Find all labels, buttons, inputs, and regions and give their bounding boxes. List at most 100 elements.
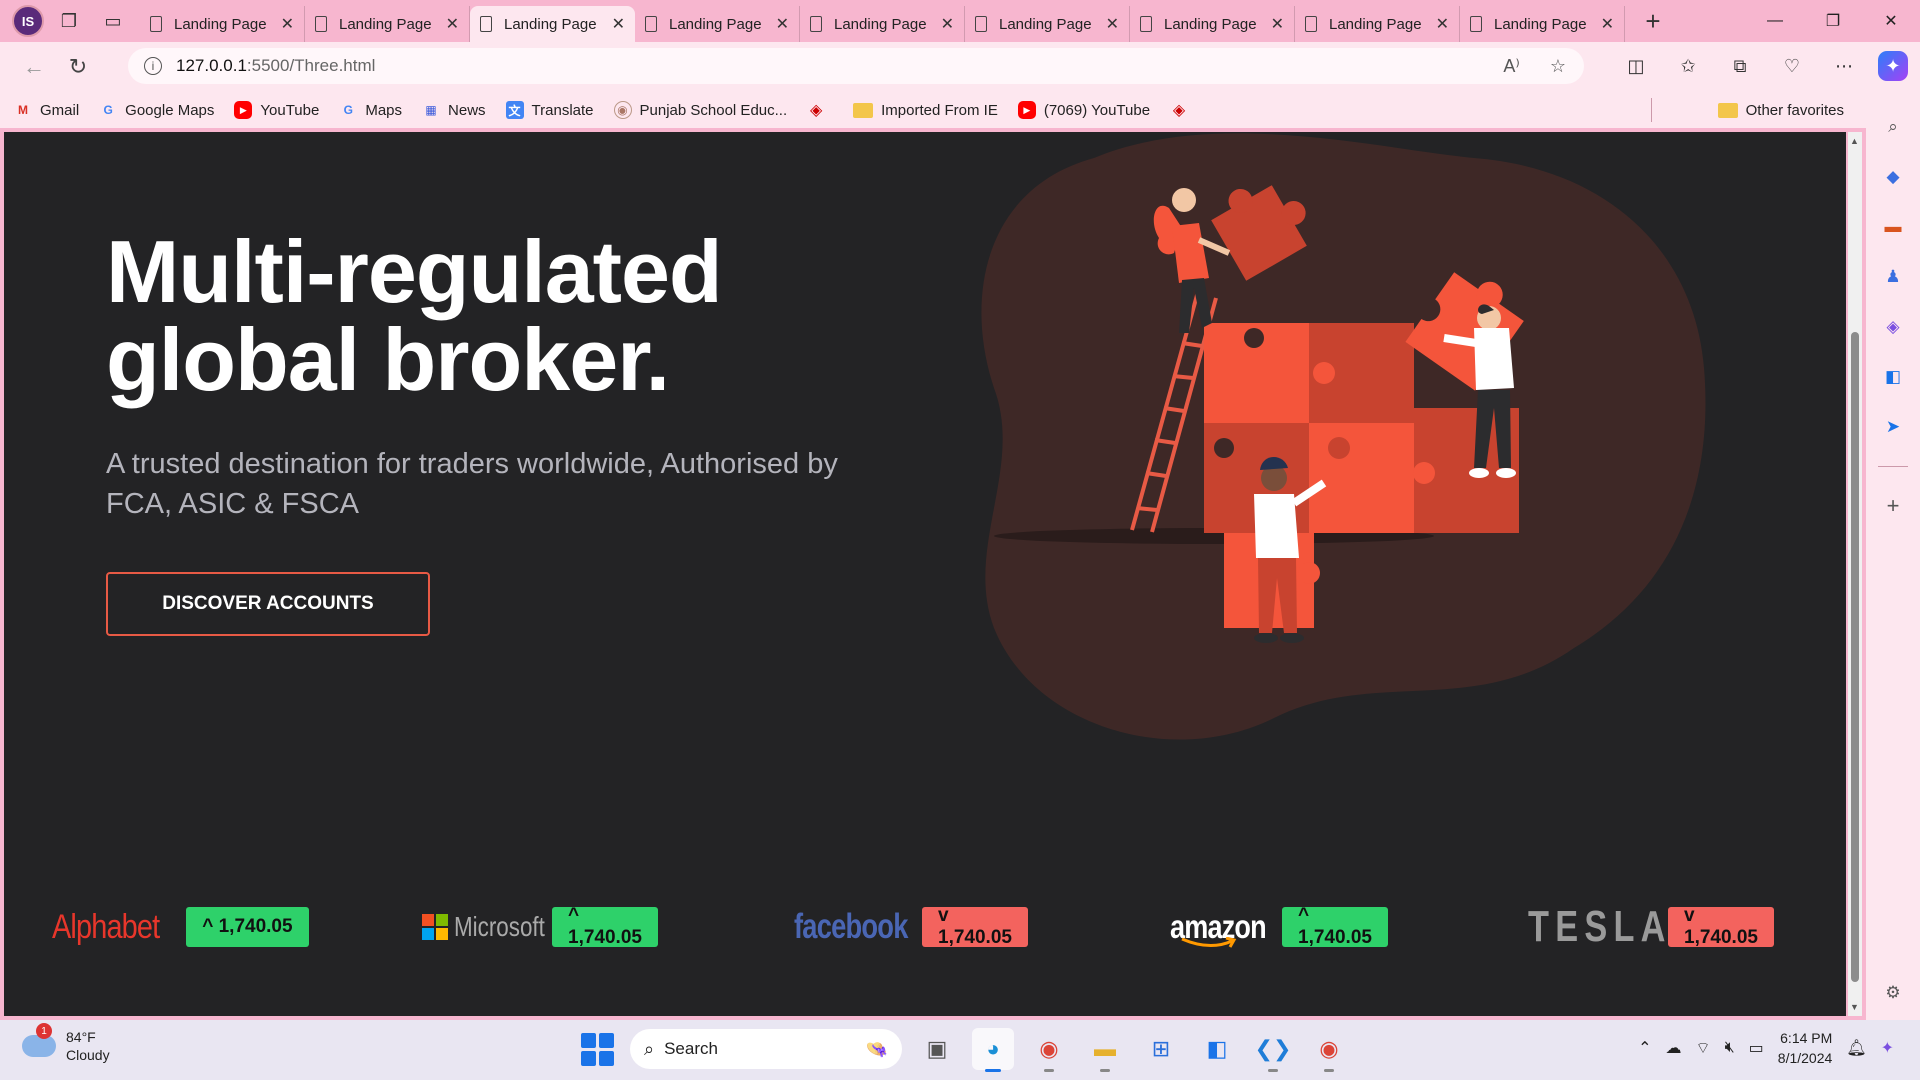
outlook-icon[interactable]: ◧ [1196,1028,1238,1070]
search-highlight-icon: 👒 [865,1038,888,1059]
tab[interactable]: Landing Page ✕ [140,6,305,42]
close-icon[interactable]: ✕ [1271,14,1284,34]
new-tab-button[interactable]: + [1635,3,1671,39]
bookmark-red-diamond[interactable]: ◈ [807,101,833,119]
windows-start-icon[interactable] [578,1030,616,1068]
close-icon[interactable]: ✕ [612,14,625,34]
tab-title: Landing Page [669,15,762,33]
bookmark-label: Gmail [40,101,80,119]
tab-active[interactable]: Landing Page ✕ [470,6,635,42]
copilot-icon[interactable]: ✦ [1878,51,1908,81]
bookmark-news[interactable]: ▦ News [422,101,485,119]
page-icon [480,16,492,32]
file-explorer-icon[interactable]: ▬ [1084,1028,1126,1072]
clock[interactable]: 6:14 PM 8/1/2024 [1778,1028,1833,1068]
close-icon[interactable]: ✕ [776,14,789,34]
bookmark-label: Translate [531,101,594,119]
tab[interactable]: Landing Page ✕ [1295,6,1460,42]
favorites-icon[interactable]: ✩ [1670,48,1706,84]
close-window-icon[interactable]: ✕ [1862,0,1920,42]
wifi-icon[interactable]: ⌔ [1696,1038,1711,1058]
edge-browser-icon[interactable]: ◕ [972,1028,1014,1072]
bookmark-google-maps[interactable]: G Google Maps [99,101,215,119]
edge-sidebar: ⌕ ◆ ▬ ♟ ◈ ◧ ➤ + ⚙ [1866,92,1920,1020]
tab-title: Landing Page [1494,15,1587,33]
bookmark-gmail[interactable]: M Gmail [14,101,79,119]
notifications-bell-icon[interactable]: 🔔︎ [1846,1038,1866,1058]
browser-essentials-icon[interactable]: ♡ [1774,48,1810,84]
bookmark-maps[interactable]: G Maps [339,101,402,119]
close-icon[interactable]: ✕ [1106,14,1119,34]
bookmark-red-diamond-2[interactable]: ◈ [1170,101,1196,119]
restore-icon[interactable]: ❐ [1804,0,1862,42]
read-aloud-icon[interactable]: A⁾ [1503,56,1519,77]
battery-icon[interactable]: ▭ [1749,1038,1764,1058]
site-info-icon[interactable]: i [144,57,162,75]
other-favorites[interactable]: Other favorites [1717,102,1844,119]
collections-icon[interactable]: ⧉ [1722,48,1758,84]
copilot-icon[interactable]: ✦ [1881,1038,1894,1058]
chrome-icon[interactable]: ◉ [1028,1028,1070,1072]
shopping-tag-icon[interactable]: ◆ [1876,160,1910,194]
scrollbar-thumb[interactable] [1851,332,1859,982]
close-icon[interactable]: ✕ [1436,14,1449,34]
scroll-down-icon[interactable]: ▼ [1850,1002,1859,1012]
weather-widget[interactable]: 1 84°F Cloudy [22,1023,110,1064]
taskbar-search[interactable]: ⌕ Search 👒 [630,1029,902,1069]
microsoft-365-icon[interactable]: ◈ [1876,310,1910,344]
tab[interactable]: Landing Page ✕ [800,6,965,42]
profile-avatar[interactable]: IS [12,5,44,37]
bookmark-label: (7069) YouTube [1043,101,1151,119]
microsoft-store-icon[interactable]: ⊞ [1140,1028,1182,1070]
onedrive-icon[interactable]: ☁ [1666,1038,1682,1058]
back-icon[interactable]: ← [12,47,56,87]
refresh-icon[interactable]: ↻ [56,47,100,87]
favorite-star-icon[interactable]: ☆ [1550,56,1566,77]
tab[interactable]: Landing Page ✕ [965,6,1130,42]
hero-title-line: global broker. [106,310,670,409]
outlook-icon[interactable]: ◧ [1876,360,1910,394]
close-icon[interactable]: ✕ [281,14,294,34]
page-scrollbar[interactable]: ▲ ▼ [1848,132,1862,1016]
search-icon[interactable]: ⌕ [1876,110,1910,144]
split-screen-icon[interactable]: ◫ [1618,48,1654,84]
discover-accounts-button[interactable]: DISCOVER ACCOUNTS [106,572,430,636]
close-icon[interactable]: ✕ [1601,14,1614,34]
add-icon[interactable]: + [1876,489,1910,523]
settings-icon[interactable]: ⚙ [1876,976,1910,1010]
bookmark-translate[interactable]: 文 Translate [505,101,594,119]
close-icon[interactable]: ✕ [446,14,459,34]
weather-condition: Cloudy [66,1047,110,1063]
bookmark-punjab-school[interactable]: ◉ Punjab School Educ... [613,101,787,119]
address-bar[interactable]: i 127.0.0.1:5500/Three.html A⁾ ☆ [128,48,1584,84]
window-controls: — ❐ ✕ [1746,0,1920,42]
tab[interactable]: Landing Page ✕ [635,6,800,42]
hero-subtitle: A trusted destination for traders worldw… [106,448,838,520]
tab-actions-icon[interactable]: ▭ [94,2,132,40]
bookmark-folder-imported[interactable]: Imported From IE [853,102,998,119]
bookmarks-bar: M Gmail G Google Maps ▶ YouTube G Maps ▦ News… [0,92,1880,128]
vscode-icon[interactable]: ❮❯ [1252,1028,1294,1072]
workspaces-icon[interactable]: ❐ [50,2,88,40]
close-icon[interactable]: ✕ [941,14,954,34]
minimize-icon[interactable]: — [1746,0,1804,42]
microsoft-windows-icon [422,914,448,940]
search-label: Search [664,1039,718,1058]
tab[interactable]: Landing Page ✕ [305,6,470,42]
tools-icon[interactable]: ▬ [1876,210,1910,244]
show-hidden-icons-icon[interactable]: ⌃ [1638,1038,1651,1058]
translate-icon: 文 [505,101,524,119]
task-view-icon[interactable]: ▣ [916,1028,958,1070]
bookmark-youtube[interactable]: ▶ YouTube [234,101,319,119]
more-options-icon[interactable]: ⋯ [1826,48,1862,84]
tab-title: Landing Page [174,15,267,33]
scroll-up-icon[interactable]: ▲ [1850,136,1859,146]
tab[interactable]: Landing Page ✕ [1130,6,1295,42]
send-icon[interactable]: ➤ [1876,410,1910,444]
tab[interactable]: Landing Page ✕ [1460,6,1625,42]
red-diamond-icon: ◈ [1172,102,1186,119]
bookmark-youtube-2[interactable]: ▶ (7069) YouTube [1017,101,1151,119]
volume-muted-icon[interactable]: 🔇︎ [1725,1039,1735,1057]
games-icon[interactable]: ♟ [1876,260,1910,294]
chrome-profile-icon[interactable]: ◉ [1308,1028,1350,1072]
